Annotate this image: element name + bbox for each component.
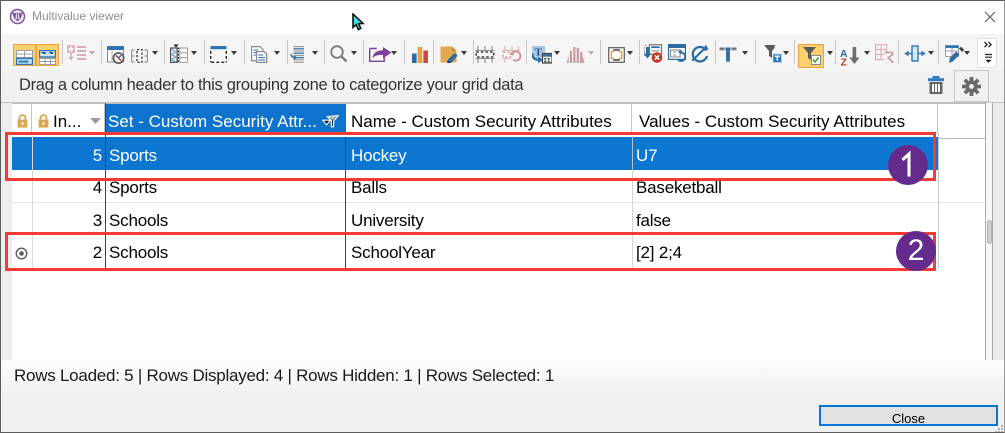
svg-text:Z: Z — [841, 57, 848, 67]
svg-text:T: T — [535, 47, 543, 59]
